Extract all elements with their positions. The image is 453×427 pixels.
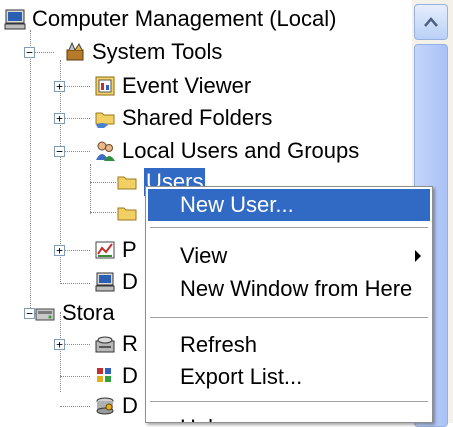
tree-line [90, 212, 116, 213]
system-tools-icon [64, 41, 86, 63]
folder-icon [116, 202, 138, 224]
menu-item-new-user[interactable]: New User... [148, 189, 430, 221]
tree-node-label: D [122, 269, 138, 294]
expand-toggle-removable-storage[interactable]: + [54, 339, 65, 350]
tree-node-label: R [122, 331, 138, 356]
tree-line [30, 30, 31, 312]
menu-separator [150, 401, 428, 402]
disk-defragmenter-icon [94, 365, 116, 387]
menu-item-label: Refresh [180, 332, 258, 357]
collapse-toggle-system-tools[interactable]: − [24, 47, 35, 58]
scroll-up-button[interactable] [414, 4, 448, 40]
tree-node-system-tools[interactable]: System Tools [64, 37, 222, 67]
tree-node-storage[interactable]: Stora [34, 298, 115, 328]
tree-line [60, 283, 90, 284]
performance-logs-icon [94, 239, 116, 261]
menu-item-label: View [180, 243, 228, 268]
tree-node-event-viewer[interactable]: Event Viewer [94, 71, 251, 101]
menu-item-view[interactable]: View [148, 240, 430, 272]
disk-management-icon [94, 395, 116, 417]
collapse-toggle-local-users[interactable]: − [54, 146, 65, 157]
event-viewer-icon [94, 75, 116, 97]
shared-folders-icon [94, 107, 116, 129]
tree-line [90, 164, 91, 214]
device-manager-icon [94, 271, 116, 293]
tree-node-disk-defragmenter[interactable]: D [94, 361, 138, 391]
context-menu: New User... View New Window from Here Re… [145, 186, 433, 423]
tree-node-shared-folders[interactable]: Shared Folders [94, 103, 272, 133]
tree-node-local-users-and-groups[interactable]: Local Users and Groups [94, 136, 359, 166]
removable-storage-icon [94, 333, 116, 355]
tree-node-label: Local Users and Groups [122, 138, 360, 163]
tree-node-label: Stora [62, 300, 115, 325]
menu-separator [150, 227, 428, 228]
menu-item-help[interactable]: Help [148, 408, 430, 422]
menu-item-new-window-from-here[interactable]: New Window from Here [148, 273, 430, 305]
tree-node-label: P [122, 237, 137, 262]
tree-node-computer-management[interactable]: Computer Management (Local) [4, 4, 336, 34]
menu-item-export-list[interactable]: Export List... [148, 361, 430, 393]
users-groups-icon [94, 140, 116, 162]
expand-toggle-shared-folders[interactable]: + [54, 113, 65, 124]
menu-item-label: Export List... [180, 364, 303, 389]
tree-line [60, 376, 90, 377]
tree-node-removable-storage[interactable]: R [94, 329, 138, 359]
tree-node-label: D [122, 363, 138, 388]
storage-icon [34, 302, 56, 324]
expand-toggle-event-viewer[interactable]: + [54, 81, 65, 92]
menu-item-label: New User... [180, 192, 294, 217]
tree-node-label: Event Viewer [122, 73, 252, 98]
submenu-arrow-icon [415, 250, 421, 262]
folder-icon [116, 171, 138, 193]
tree-node-label: Shared Folders [122, 105, 273, 130]
computer-management-icon [4, 8, 26, 30]
tree-node-label: Computer Management (Local) [32, 6, 337, 31]
tree-node-performance-logs[interactable]: P [94, 235, 137, 265]
expand-toggle-performance-logs[interactable]: + [54, 245, 65, 256]
tree-node-label: System Tools [92, 39, 223, 64]
menu-separator [150, 317, 428, 318]
tree-node-label: D [122, 393, 138, 418]
tree-node-device-manager[interactable]: D [94, 267, 138, 297]
tree-node-groups[interactable] [116, 198, 144, 228]
menu-item-label: Help [180, 414, 225, 422]
tree-line [60, 406, 90, 407]
tree-line [90, 182, 116, 183]
tree-node-disk-management[interactable]: D [94, 391, 138, 421]
menu-item-label: New Window from Here [180, 276, 413, 301]
chevron-up-icon [424, 17, 438, 27]
menu-item-refresh[interactable]: Refresh [148, 329, 430, 361]
